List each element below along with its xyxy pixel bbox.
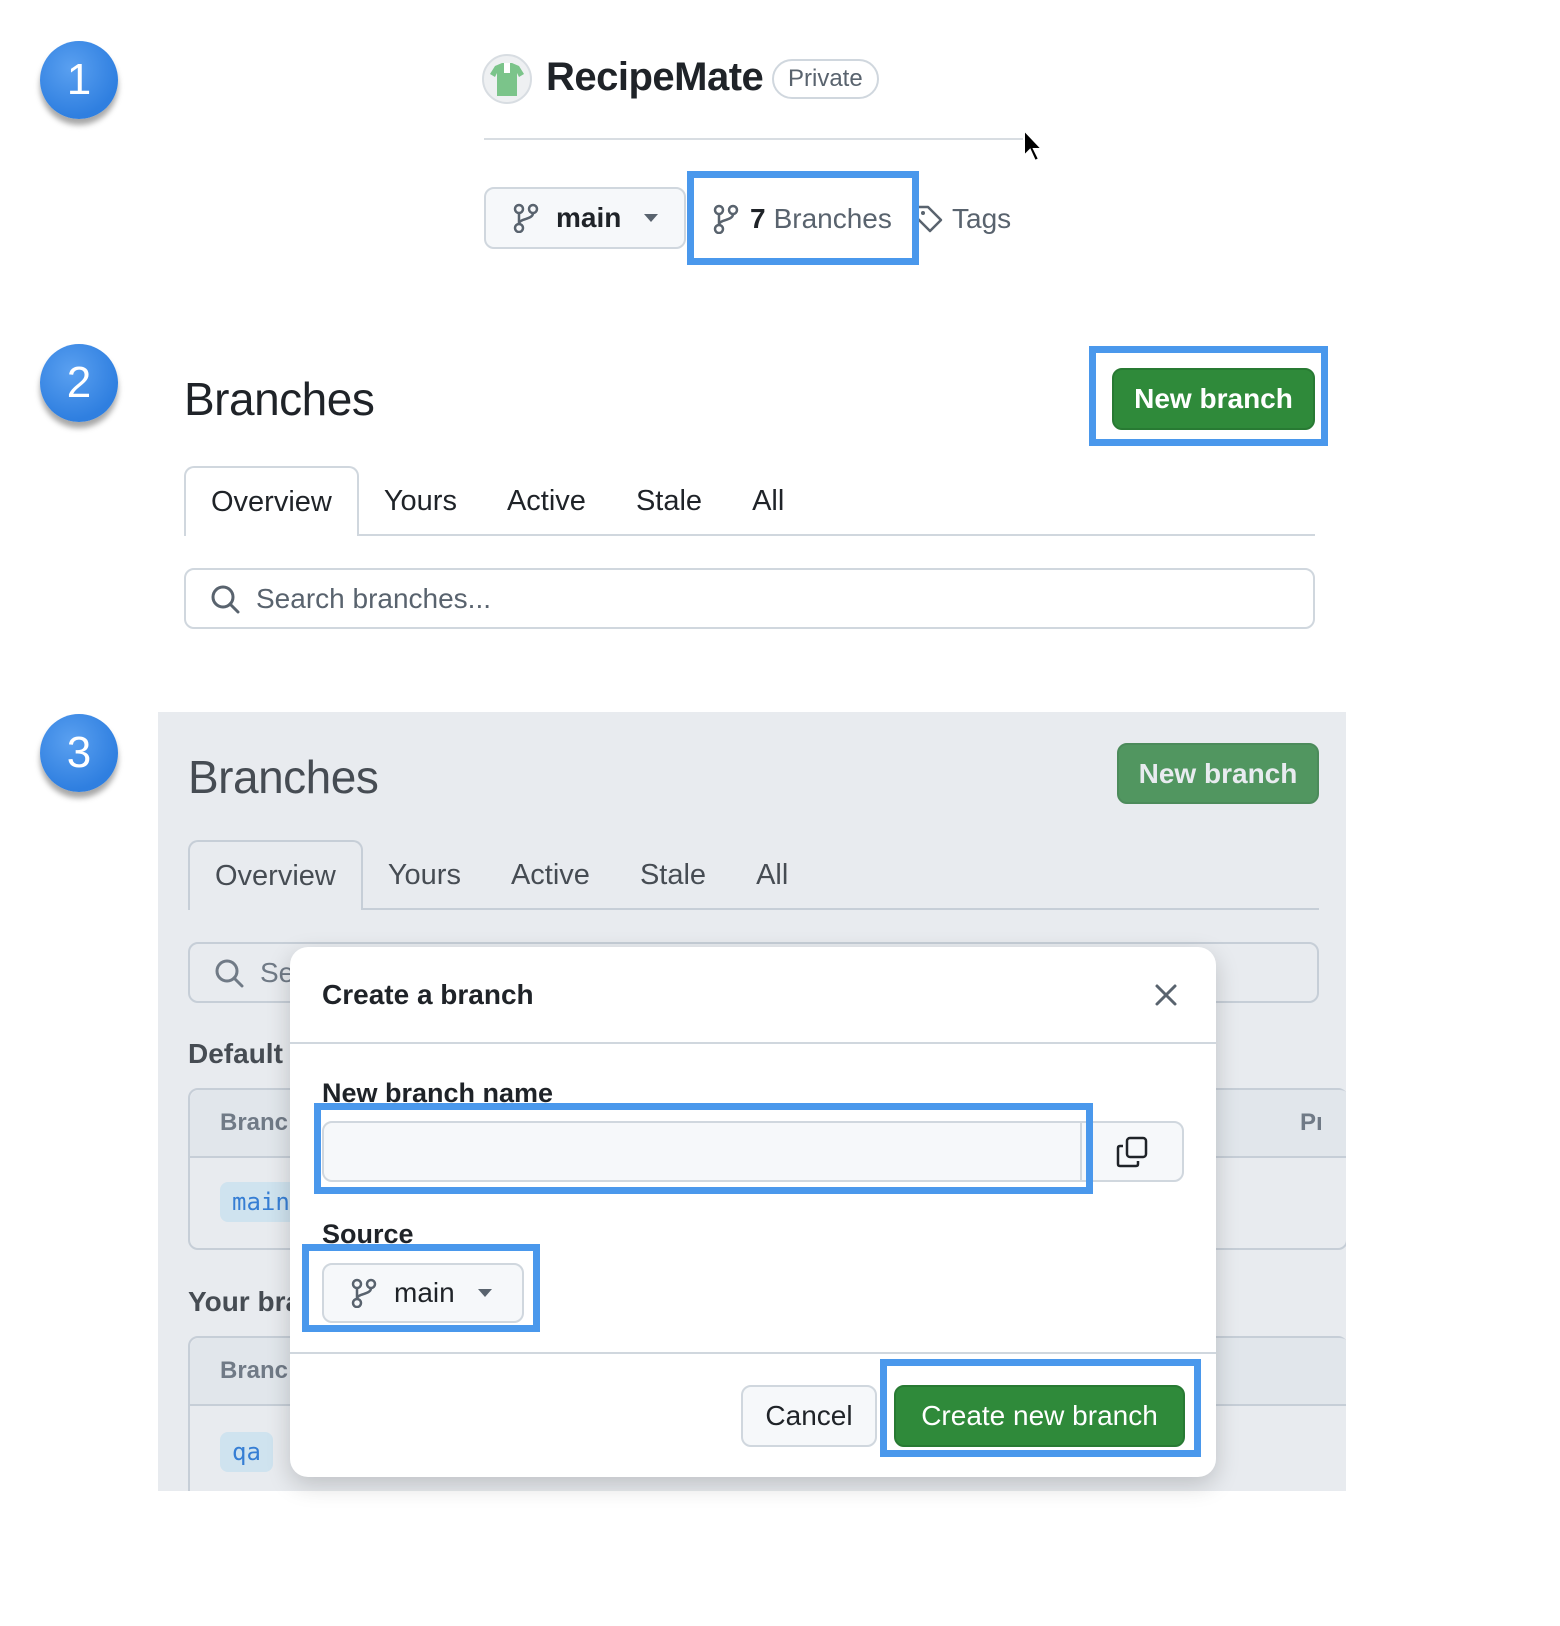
branch-selector[interactable]: main — [484, 187, 686, 249]
create-new-branch-button[interactable]: Create new branch — [894, 1385, 1185, 1447]
caret-down-icon — [643, 213, 659, 223]
branch-name-input[interactable] — [322, 1121, 1082, 1182]
tag-icon — [915, 205, 943, 233]
tags-link[interactable]: Tags — [914, 200, 1011, 238]
dialog-title: Create a branch — [322, 979, 534, 1010]
tab-yours[interactable]: Yours — [359, 466, 482, 536]
git-branch-icon — [713, 204, 739, 234]
tab-overview[interactable]: Overview — [184, 466, 359, 536]
search-icon — [211, 585, 240, 613]
page-title: Branches — [184, 373, 375, 425]
cancel-button[interactable]: Cancel — [741, 1385, 877, 1447]
dialog-header-divider — [290, 1042, 1216, 1044]
dialog-footer-divider — [290, 1352, 1216, 1354]
branches-count: 7 — [750, 203, 766, 234]
branch-selector-label: main — [556, 202, 622, 233]
search-branches-input[interactable]: Search branches... — [184, 568, 1315, 629]
branches-label: Branches — [773, 203, 892, 234]
visibility-badge: Private — [772, 59, 879, 99]
mouse-cursor-icon — [1022, 128, 1046, 164]
step-1-badge: 1 — [40, 41, 118, 119]
git-branch-icon — [513, 203, 539, 233]
divider — [484, 138, 1024, 140]
caret-down-icon — [477, 1288, 493, 1298]
tab-stale[interactable]: Stale — [611, 466, 727, 536]
new-branch-button[interactable]: New branch — [1112, 368, 1315, 430]
tags-label: Tags — [952, 203, 1012, 234]
branches-link[interactable]: 7 Branches — [712, 200, 892, 238]
source-branch-label: main — [394, 1277, 455, 1308]
copy-button[interactable] — [1080, 1121, 1184, 1182]
branch-name-label: New branch name — [322, 1078, 554, 1108]
repo-avatar — [482, 54, 532, 104]
tab-all[interactable]: All — [727, 466, 809, 536]
step-2-badge: 2 — [40, 344, 118, 422]
create-branch-dialog: Create a branch New branch name Source m… — [290, 947, 1216, 1477]
close-icon[interactable] — [1154, 983, 1178, 1007]
source-label: Source — [322, 1219, 414, 1249]
branch-tabs: Overview Yours Active Stale All — [184, 466, 809, 536]
shirt-icon — [490, 63, 524, 96]
search-placeholder: Search branches... — [256, 582, 492, 614]
step-3-badge: 3 — [40, 714, 118, 792]
copy-icon — [1116, 1136, 1148, 1167]
repo-name[interactable]: RecipeMate — [546, 55, 764, 100]
tab-active[interactable]: Active — [482, 466, 611, 536]
source-branch-selector[interactable]: main — [322, 1263, 524, 1323]
git-branch-icon — [351, 1278, 377, 1308]
